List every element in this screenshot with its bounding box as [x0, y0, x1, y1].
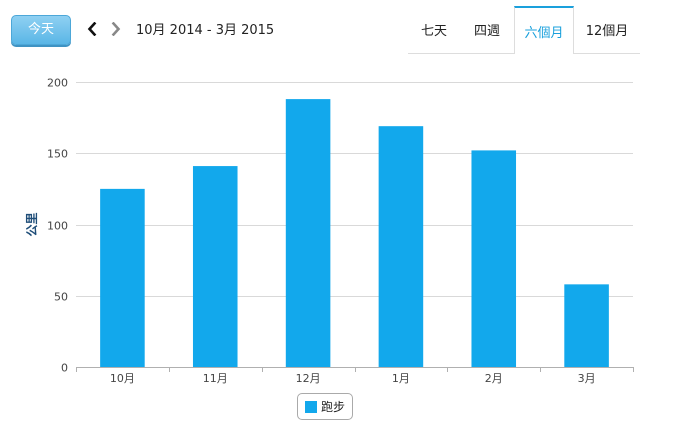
chevron-right-icon: [111, 21, 121, 40]
bar-chart: 0 50 100 150 200 公里 10月 11月 12月 1月 2月 3月: [24, 77, 634, 385]
bar: [192, 166, 238, 367]
previous-period-button[interactable]: [82, 18, 102, 42]
distance-chart: 0 50 100 150 200 公里 10月 11月 12月 1月 2月 3月: [0, 60, 674, 429]
bar: [471, 150, 517, 367]
legend-swatch: [304, 400, 317, 413]
tab-six-months[interactable]: 六個月: [514, 6, 574, 54]
bar: [378, 126, 424, 367]
x-tick-label: 10月: [110, 372, 135, 385]
y-tick-label: 150: [47, 148, 68, 161]
bar: [285, 99, 331, 367]
x-tick-label: 3月: [578, 372, 596, 385]
y-axis-label: 公里: [24, 212, 39, 236]
chart-legend[interactable]: 跑步: [297, 393, 353, 420]
today-button[interactable]: 今天: [11, 15, 71, 45]
x-tick-label: 1月: [392, 372, 410, 385]
period-tabs: 七天 四週 六個月 12個月: [408, 6, 640, 54]
bar: [564, 284, 609, 367]
tab-four-weeks[interactable]: 四週: [460, 6, 514, 54]
tab-seven-days[interactable]: 七天: [408, 6, 460, 54]
y-tick-label: 200: [47, 77, 68, 90]
chevron-left-icon: [87, 21, 97, 40]
y-tick-label: 100: [47, 220, 68, 233]
y-tick-label: 50: [54, 291, 68, 304]
legend-label: 跑步: [320, 400, 345, 414]
x-tick-label: 2月: [485, 372, 503, 385]
x-tick-label: 12月: [296, 372, 321, 385]
x-tick-label: 11月: [203, 372, 228, 385]
next-period-button[interactable]: [106, 18, 126, 42]
tab-twelve-months[interactable]: 12個月: [574, 6, 640, 54]
calendar-toolbar: 今天 10月 2014 - 3月 2015 七天 四週 六個月 12個月: [0, 0, 674, 60]
date-range-label: 10月 2014 - 3月 2015: [136, 23, 275, 38]
bar: [100, 188, 145, 367]
y-tick-label: 0: [61, 362, 68, 375]
